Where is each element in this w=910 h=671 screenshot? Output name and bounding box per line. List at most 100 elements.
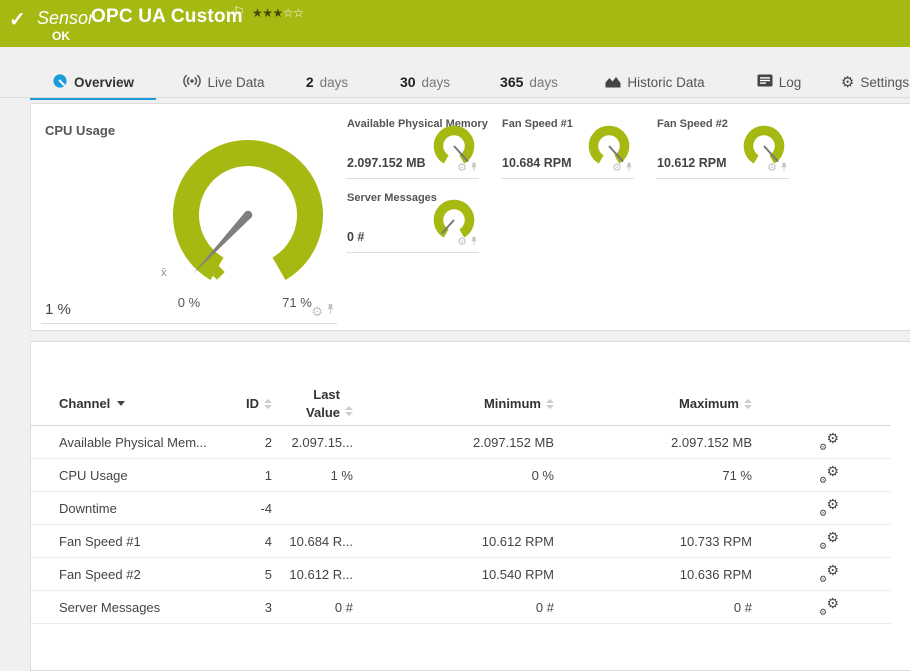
cell-maximum: 2.097.152 MB bbox=[671, 434, 752, 450]
column-header-channel-label: Channel bbox=[59, 396, 111, 411]
gauge-current-value: 2.097.152 MB bbox=[347, 156, 426, 170]
broadcast-icon bbox=[183, 74, 202, 91]
gauge-icon bbox=[52, 73, 68, 92]
column-header-minimum-label: Minimum bbox=[483, 396, 541, 411]
sort-toggle-icon bbox=[345, 406, 353, 416]
table-header-row: Channel ID Last Value Minimum Maximum bbox=[31, 382, 891, 426]
cell-id: 2 bbox=[264, 434, 272, 450]
sort-toggle-icon bbox=[744, 399, 752, 409]
tab-365-days[interactable]: 365 days bbox=[490, 69, 568, 95]
tab-30-days-unit: days bbox=[421, 74, 451, 90]
pin-icon[interactable] bbox=[470, 233, 478, 251]
cell-minimum: 0 # bbox=[535, 599, 554, 615]
column-header-maximum-label: Maximum bbox=[679, 396, 739, 411]
table-row[interactable]: Fan Speed #1 4 10.684 R... 10.612 RPM 10… bbox=[31, 525, 891, 558]
sort-descending-icon bbox=[117, 401, 126, 406]
column-header-maximum[interactable]: Maximum bbox=[554, 396, 752, 411]
star-filled-icon[interactable]: ★ bbox=[273, 6, 284, 20]
star-empty-icon[interactable]: ☆ bbox=[283, 6, 294, 20]
gauge-min-label: 0 % bbox=[177, 295, 201, 310]
channel-settings-gears-icon[interactable]: ⚙ ⚙ bbox=[819, 464, 839, 485]
cell-last-value: 1 % bbox=[330, 467, 353, 483]
tab-live-data-label: Live Data bbox=[207, 74, 265, 90]
tab-30-days[interactable]: 30 days bbox=[392, 69, 458, 95]
table-row[interactable]: Available Physical Mem... 2 2.097.15... … bbox=[31, 426, 891, 459]
mini-gauge-card-server-messages: Server Messages 0 # ⚙ bbox=[346, 188, 479, 253]
gauge-title: Fan Speed #2 bbox=[657, 118, 728, 130]
tab-live-data[interactable]: Live Data bbox=[168, 69, 280, 95]
gear-icon[interactable]: ⚙ bbox=[767, 162, 777, 174]
cell-maximum: 10.636 RPM bbox=[679, 566, 752, 582]
sensor-header-bar: ✓ Sensor OPC UA Custom ⚐ ★★★☆☆ OK bbox=[0, 0, 910, 47]
table-row[interactable]: Fan Speed #2 5 10.612 R... 10.540 RPM 10… bbox=[31, 558, 891, 591]
table-row[interactable]: Server Messages 3 0 # 0 # 0 # ⚙ ⚙ bbox=[31, 591, 891, 624]
cell-channel: Available Physical Mem... bbox=[59, 434, 207, 450]
table-row[interactable]: Downtime -4 ⚙ ⚙ bbox=[31, 492, 891, 525]
gauge-current-value: 10.612 RPM bbox=[657, 156, 727, 170]
star-filled-icon[interactable]: ★ bbox=[252, 6, 263, 20]
star-filled-icon[interactable]: ★ bbox=[262, 6, 273, 20]
column-header-minimum[interactable]: Minimum bbox=[353, 396, 554, 411]
pin-icon[interactable] bbox=[625, 159, 633, 177]
cpu-gauge: x̄ bbox=[161, 140, 323, 280]
cell-maximum: 71 % bbox=[722, 467, 752, 483]
gear-icon[interactable]: ⚙ bbox=[311, 305, 323, 318]
tab-settings-label: Settings bbox=[860, 74, 910, 90]
priority-flag-icon[interactable]: ⚐ bbox=[233, 4, 245, 20]
tab-settings[interactable]: ⚙ Settings bbox=[838, 69, 910, 95]
cell-last-value: 0 # bbox=[334, 599, 353, 615]
gear-icon[interactable]: ⚙ bbox=[457, 236, 467, 248]
tab-2-days-unit: days bbox=[319, 74, 349, 90]
channel-settings-gears-icon[interactable]: ⚙ ⚙ bbox=[819, 563, 839, 584]
cell-id: 3 bbox=[264, 599, 272, 615]
cell-minimum: 0 % bbox=[531, 467, 554, 483]
cell-last-value: 10.612 R... bbox=[289, 566, 353, 582]
sensor-name: OPC UA Custom bbox=[91, 6, 243, 27]
tab-historic-data[interactable]: Historic Data bbox=[596, 69, 714, 95]
cell-last-value: 10.684 R... bbox=[289, 533, 353, 549]
object-kind-label: Sensor bbox=[37, 8, 95, 28]
table-row[interactable]: CPU Usage 1 1 % 0 % 71 % ⚙ ⚙ bbox=[31, 459, 891, 492]
cell-id: 1 bbox=[264, 467, 272, 483]
column-header-last-value-label: Last Value bbox=[306, 386, 340, 420]
tab-historic-data-label: Historic Data bbox=[627, 74, 705, 90]
gauge-current-value: 1 % bbox=[45, 301, 71, 318]
channel-settings-gears-icon[interactable]: ⚙ ⚙ bbox=[819, 431, 839, 452]
cell-id: 4 bbox=[264, 533, 272, 549]
channels-table-panel: Channel ID Last Value Minimum Maximum Av… bbox=[30, 341, 910, 671]
cell-channel: CPU Usage bbox=[59, 467, 128, 483]
column-header-id[interactable]: ID bbox=[234, 396, 272, 411]
star-empty-icon[interactable]: ☆ bbox=[293, 6, 304, 20]
cell-maximum: 0 # bbox=[733, 599, 752, 615]
sensor-status-badge: OK bbox=[52, 29, 70, 43]
cell-channel: Fan Speed #2 bbox=[59, 566, 141, 582]
tab-30-days-number: 30 bbox=[399, 74, 416, 90]
tab-365-days-number: 365 bbox=[500, 74, 524, 90]
column-header-channel[interactable]: Channel bbox=[59, 396, 234, 411]
sort-toggle-icon bbox=[264, 399, 272, 409]
cell-maximum: 10.733 RPM bbox=[679, 533, 752, 549]
tab-log[interactable]: Log bbox=[748, 69, 810, 95]
channel-settings-gears-icon[interactable]: ⚙ ⚙ bbox=[819, 530, 839, 551]
cell-id: 5 bbox=[264, 566, 272, 582]
cell-id: -4 bbox=[260, 500, 272, 516]
pin-icon[interactable] bbox=[780, 159, 788, 177]
column-header-last-value[interactable]: Last Value bbox=[272, 386, 353, 421]
tab-log-label: Log bbox=[778, 74, 802, 90]
pin-icon[interactable] bbox=[470, 159, 478, 177]
area-chart-icon bbox=[605, 74, 621, 91]
tab-overview-label: Overview bbox=[73, 74, 135, 90]
gauge-current-value: 10.684 RPM bbox=[502, 156, 572, 170]
gear-icon[interactable]: ⚙ bbox=[612, 162, 622, 174]
tab-overview[interactable]: Overview bbox=[30, 69, 156, 100]
pin-icon[interactable] bbox=[326, 302, 335, 320]
channel-settings-gears-icon[interactable]: ⚙ ⚙ bbox=[819, 596, 839, 617]
cell-channel: Downtime bbox=[59, 500, 117, 516]
mini-gauge-card-fan-speed-2: Fan Speed #2 10.612 RPM ⚙ bbox=[656, 114, 789, 179]
tab-2-days[interactable]: 2 days bbox=[298, 69, 356, 95]
mini-gauge-card-available-memory: Available Physical Memory 2.097.152 MB ⚙ bbox=[346, 114, 488, 179]
channel-settings-gears-icon[interactable]: ⚙ ⚙ bbox=[819, 497, 839, 518]
cpu-usage-gauge-card: CPU Usage x̄ 0 % 71 % 1 % ⚙ bbox=[41, 115, 337, 324]
priority-stars[interactable]: ★★★☆☆ bbox=[252, 6, 304, 20]
gear-icon[interactable]: ⚙ bbox=[457, 162, 467, 174]
